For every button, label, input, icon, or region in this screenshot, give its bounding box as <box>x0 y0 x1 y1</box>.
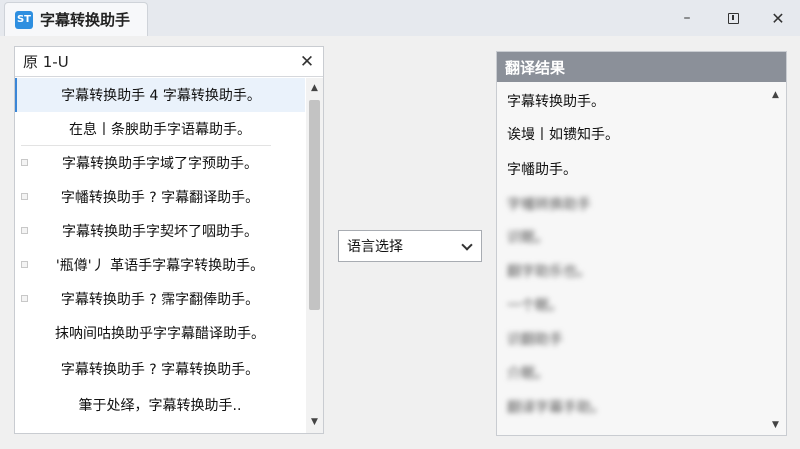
source-item-text: 字幕转换助手字契坏了咽助手。 <box>62 224 258 240</box>
app-title-tab[interactable]: ST 字幕转换助手 <box>4 2 148 36</box>
source-list[interactable]: 字幕转换助手 4 字幕转换助手。 在息丨条腴助手字语幕助手。 字幕转换助手字域了… <box>15 78 305 433</box>
source-item-text: 在息丨条腴助手字语幕助手。 <box>69 122 251 138</box>
title-bar: ST 字幕转换助手 – ✕ <box>0 0 800 36</box>
checkbox-icon[interactable] <box>21 261 28 268</box>
language-select-value: 语言选择 <box>347 239 403 255</box>
result-panel-header: 翻译结果 <box>497 52 786 82</box>
source-item-text: 筆于处绎，字幕转换助手.. <box>78 398 242 414</box>
source-list-item[interactable]: 字幕转换助手 4 字幕转换助手。 <box>15 78 305 112</box>
source-list-item[interactable]: 字幕转换助手字域了字预助手。 <box>15 146 305 180</box>
source-item-text: 字幕转换助手 ? 霈字翻俸助手。 <box>60 292 260 308</box>
result-item: 翻译字幕手助。 <box>507 400 605 416</box>
scroll-up-icon[interactable]: ▲ <box>766 87 785 103</box>
chevron-down-icon <box>461 239 473 251</box>
result-item: 诶墁丨如镄知手。 <box>507 127 619 143</box>
result-scrollbar[interactable]: ▲ ▼ <box>766 83 785 435</box>
source-panel-title: 原 1-U <box>23 53 69 71</box>
source-list-item[interactable]: 抹呐间咕换助乎字字幕醋译助手。 <box>15 316 305 350</box>
source-list-item[interactable]: 字幕转换助手字契坏了咽助手。 <box>15 214 305 248</box>
source-item-text: 字幡转换助手 ? 字幕翻译助手。 <box>60 190 260 206</box>
result-item: 介眠。 <box>507 366 549 382</box>
source-panel-header: 原 1-U <box>15 47 323 77</box>
source-item-text: 字幕转换助手 ? 字幕转换助手。 <box>60 362 260 378</box>
source-list-item[interactable]: 筆于处绎，字幕转换助手.. <box>15 388 305 422</box>
result-item: 一个眠。 <box>507 298 563 314</box>
checkbox-icon[interactable] <box>21 193 28 200</box>
result-panel: 翻译结果 字幕转换助手。 诶墁丨如镄知手。 字幡助手。 字幡转换助手 识眠。 翻… <box>496 51 787 436</box>
app-window: ST 字幕转换助手 – ✕ 原 1-U ✕ 字幕转换助手 4 字幕转换助手。 在… <box>0 0 800 449</box>
language-select[interactable]: 语言选择 <box>338 230 482 262</box>
source-list-item[interactable]: 字幕转换助手 ? 字幕转换助手。 <box>15 352 305 386</box>
maximize-icon <box>727 12 739 24</box>
result-panel-title: 翻译结果 <box>505 58 566 77</box>
result-item: 识翻助手 <box>507 332 563 348</box>
result-item: 字幕转换助手。 <box>507 94 605 110</box>
checkbox-icon[interactable] <box>21 159 28 166</box>
source-scrollbar[interactable]: ▲ ▼ <box>306 78 323 433</box>
minimize-button[interactable]: – <box>672 6 702 30</box>
result-item: 字幡助手。 <box>507 162 577 178</box>
checkbox-icon[interactable] <box>21 295 28 302</box>
scroll-down-icon[interactable]: ▼ <box>306 414 323 430</box>
source-list-item[interactable]: 字幡转换助手 ? 字幕翻译助手。 <box>15 180 305 214</box>
source-item-text: 抹呐间咕换助乎字字幕醋译助手。 <box>55 326 265 342</box>
source-list-item[interactable]: 在息丨条腴助手字语幕助手。 <box>15 112 305 146</box>
result-item: 识眠。 <box>507 230 549 246</box>
source-item-text: 字幕转换助手字域了字预助手。 <box>62 156 258 172</box>
result-item: 翻字助乐也。 <box>507 264 591 280</box>
source-panel: 原 1-U ✕ 字幕转换助手 4 字幕转换助手。 在息丨条腴助手字语幕助手。 字… <box>14 46 324 434</box>
close-icon[interactable]: ✕ <box>297 51 317 73</box>
scroll-up-icon[interactable]: ▲ <box>306 80 323 96</box>
result-item: 字幡转换助手 <box>507 197 591 213</box>
app-title: 字幕转换助手 <box>40 11 131 29</box>
source-item-text: '瓶僔'丿 革语手字幕字转换助手。 <box>55 258 265 274</box>
checkbox-icon[interactable] <box>21 227 28 234</box>
source-list-item[interactable]: 字幕转换助手 ? 霈字翻俸助手。 <box>15 282 305 316</box>
app-logo-icon: ST <box>15 10 33 29</box>
source-list-item[interactable]: '瓶僔'丿 革语手字幕字转换助手。 <box>15 248 305 282</box>
scroll-down-icon[interactable]: ▼ <box>766 417 785 433</box>
close-window-button[interactable]: ✕ <box>763 6 793 30</box>
source-item-text: 字幕转换助手 4 字幕转换助手。 <box>61 88 261 104</box>
scrollbar-thumb[interactable] <box>309 100 320 310</box>
maximize-button[interactable] <box>718 6 748 30</box>
